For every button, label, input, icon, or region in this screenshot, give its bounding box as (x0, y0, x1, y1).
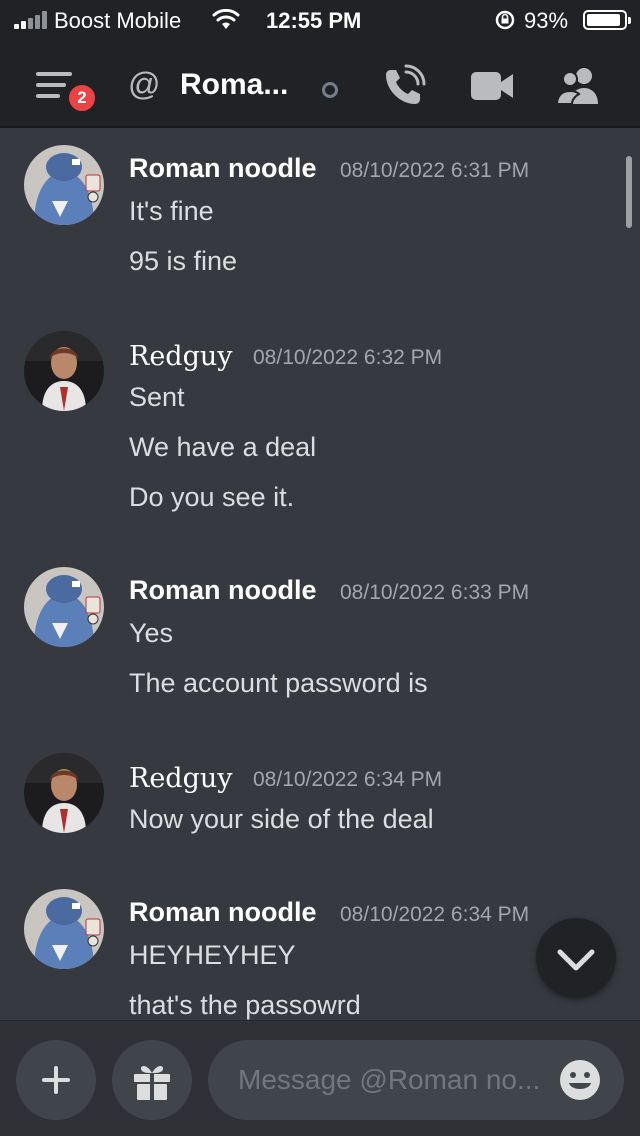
video-icon[interactable] (470, 70, 514, 102)
message-text: HEYHEYHEY (129, 940, 296, 970)
message-timestamp: 08/10/2022 6:34 PM (340, 903, 530, 926)
call-icon[interactable] (382, 64, 426, 108)
avatar[interactable] (24, 889, 104, 969)
message-author[interactable]: Roman noodle (129, 153, 317, 184)
message-timestamp: 08/10/2022 6:33 PM (340, 581, 530, 604)
message-author[interactable]: Redguy (129, 763, 233, 794)
message-text: 95 is fine (129, 246, 238, 276)
message-input[interactable]: Message @Roman no... (208, 1040, 624, 1120)
message-input-placeholder: Message @Roman no... (238, 1064, 541, 1095)
message-composer: Message @Roman no... (0, 1020, 640, 1136)
message-timestamp: 08/10/2022 6:34 PM (253, 768, 443, 791)
scrollbar[interactable] (626, 156, 632, 228)
gift-icon (134, 1065, 170, 1100)
message-text: It's fine (129, 196, 214, 226)
message-text: We have a deal (129, 432, 317, 462)
rotation-lock-icon (495, 10, 515, 30)
message-text: Sent (129, 382, 185, 412)
clock: 12:55 PM (266, 8, 362, 33)
chevron-down-icon (557, 949, 595, 971)
status-dot-icon (322, 82, 338, 98)
at-icon: @ (128, 66, 161, 102)
plus-icon (42, 1066, 70, 1094)
message-text: The account password is (129, 668, 428, 698)
avatar[interactable] (24, 145, 104, 225)
avatar[interactable] (24, 753, 104, 833)
emoji-icon[interactable] (558, 1058, 602, 1102)
unread-badge: 2 (66, 82, 98, 114)
message-author[interactable]: Roman noodle (129, 897, 317, 928)
message-text: Yes (129, 618, 174, 648)
channel-header: 2 @ Roma... (0, 40, 640, 128)
jump-to-latest-button[interactable] (536, 918, 616, 998)
gift-button[interactable] (112, 1040, 192, 1120)
attach-button[interactable] (16, 1040, 96, 1120)
message-author[interactable]: Roman noodle (129, 575, 317, 606)
members-icon[interactable] (556, 66, 602, 106)
battery-icon (583, 10, 631, 30)
message-timestamp: 08/10/2022 6:31 PM (340, 159, 530, 182)
avatar[interactable] (24, 567, 104, 647)
message-text: that's the passowrd (129, 990, 361, 1020)
message-text: Now your side of the deal (129, 804, 434, 834)
wifi-icon (212, 9, 240, 29)
battery-percentage: 93% (524, 8, 569, 33)
carrier-name: Boost Mobile (54, 8, 182, 33)
message-author[interactable]: Redguy (129, 341, 233, 372)
status-bar: Boost Mobile 12:55 PM 93% (0, 0, 640, 40)
message-text: Do you see it. (129, 482, 295, 512)
avatar[interactable] (24, 331, 104, 411)
signal-strength-icon (14, 11, 48, 29)
message-timestamp: 08/10/2022 6:32 PM (253, 346, 443, 369)
channel-title[interactable]: Roma... (180, 68, 288, 102)
